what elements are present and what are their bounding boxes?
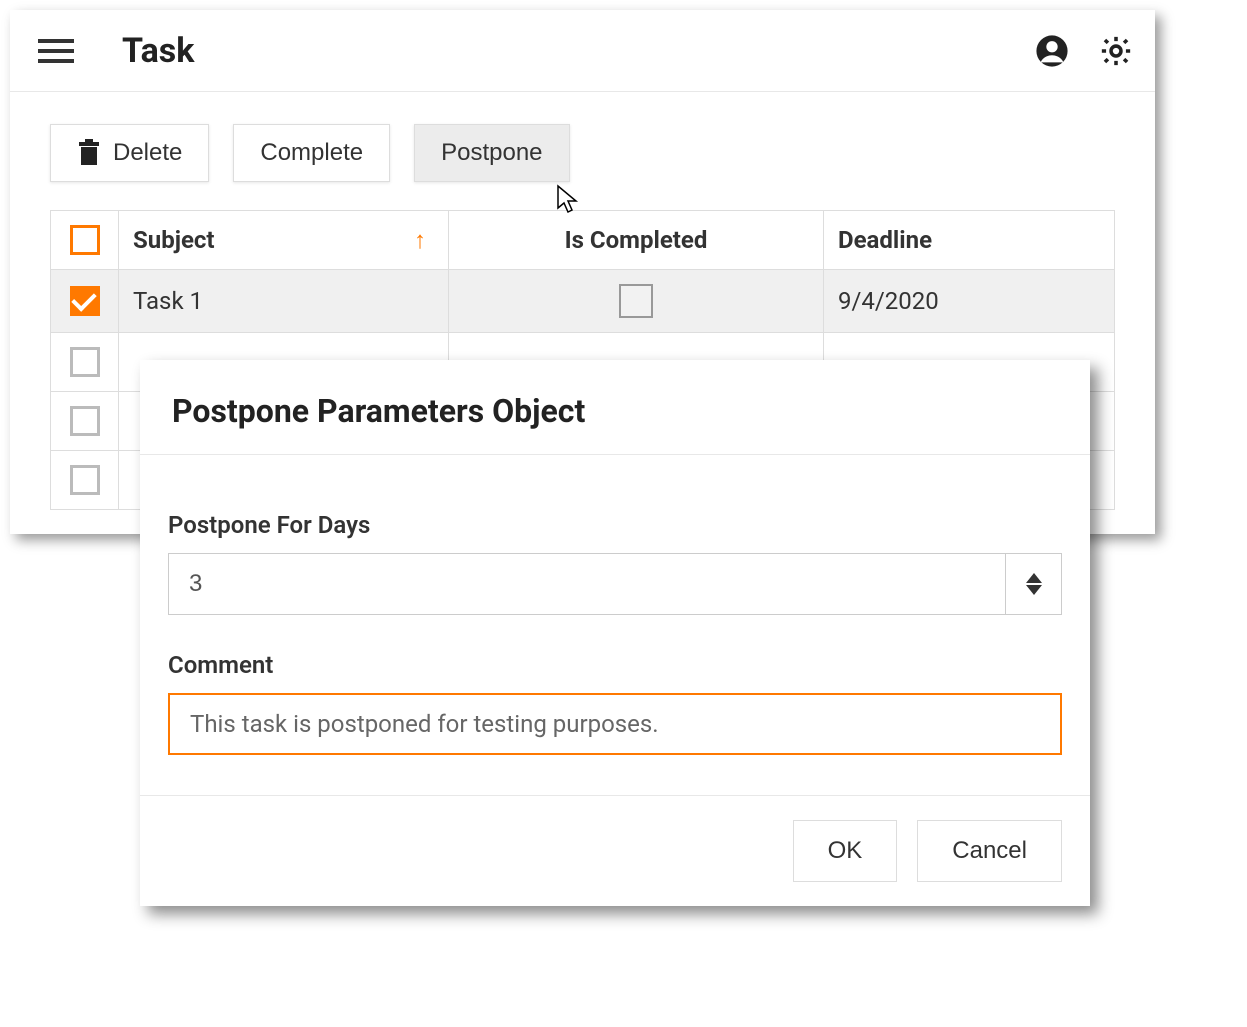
ok-label: OK [828,837,863,864]
postpone-button[interactable]: Postpone [414,124,569,182]
days-field: Postpone For Days [168,511,1062,615]
sort-asc-icon: ↑ [414,226,426,255]
column-subject-label: Subject [133,226,215,254]
gear-icon[interactable] [1099,34,1133,68]
cancel-label: Cancel [952,837,1027,864]
row-checkbox[interactable] [70,286,100,316]
header-actions [1035,34,1133,68]
trash-icon [77,139,101,167]
delete-label: Delete [113,139,182,167]
days-spinner [1005,554,1061,614]
ok-button[interactable]: OK [793,820,898,882]
row-deadline: 9/4/2020 [824,270,1114,332]
table-row[interactable]: Task 1 9/4/2020 [51,270,1114,333]
cancel-button[interactable]: Cancel [917,820,1062,882]
delete-button[interactable]: Delete [50,124,209,182]
dialog-body: Postpone For Days Comment [140,455,1090,795]
spin-down-icon[interactable] [1026,585,1042,595]
row-checkbox[interactable] [70,406,100,436]
select-all-cell[interactable] [51,211,119,269]
days-input-wrapper [168,553,1062,615]
complete-button[interactable]: Complete [233,124,390,182]
hamburger-icon[interactable] [38,33,74,69]
spin-up-icon[interactable] [1026,573,1042,583]
comment-field: Comment [168,651,1062,755]
postpone-label: Postpone [441,139,542,167]
comment-label: Comment [168,651,1062,679]
dialog-header: Postpone Parameters Object [140,360,1090,455]
column-subject[interactable]: Subject ↑ [119,211,449,269]
row-checkbox[interactable] [70,347,100,377]
days-input[interactable] [169,554,1005,614]
column-deadline[interactable]: Deadline [824,211,1114,269]
account-icon[interactable] [1035,34,1069,68]
row-checkbox[interactable] [70,465,100,495]
row-subject: Task 1 [119,270,449,332]
grid-header: Subject ↑ Is Completed Deadline [51,211,1114,270]
complete-label: Complete [260,139,363,167]
postpone-dialog: Postpone Parameters Object Postpone For … [140,360,1090,906]
page-title: Task [122,31,1035,71]
dialog-title: Postpone Parameters Object [172,392,1058,430]
app-header: Task [10,10,1155,92]
column-is-completed[interactable]: Is Completed [449,211,824,269]
comment-input[interactable] [168,693,1062,755]
dialog-footer: OK Cancel [140,795,1090,906]
days-label: Postpone For Days [168,511,1062,539]
is-completed-checkbox[interactable] [619,284,653,318]
toolbar: Delete Complete Postpone [10,92,1155,210]
column-deadline-label: Deadline [838,226,932,254]
select-all-checkbox[interactable] [70,225,100,255]
column-is-completed-label: Is Completed [565,226,708,254]
